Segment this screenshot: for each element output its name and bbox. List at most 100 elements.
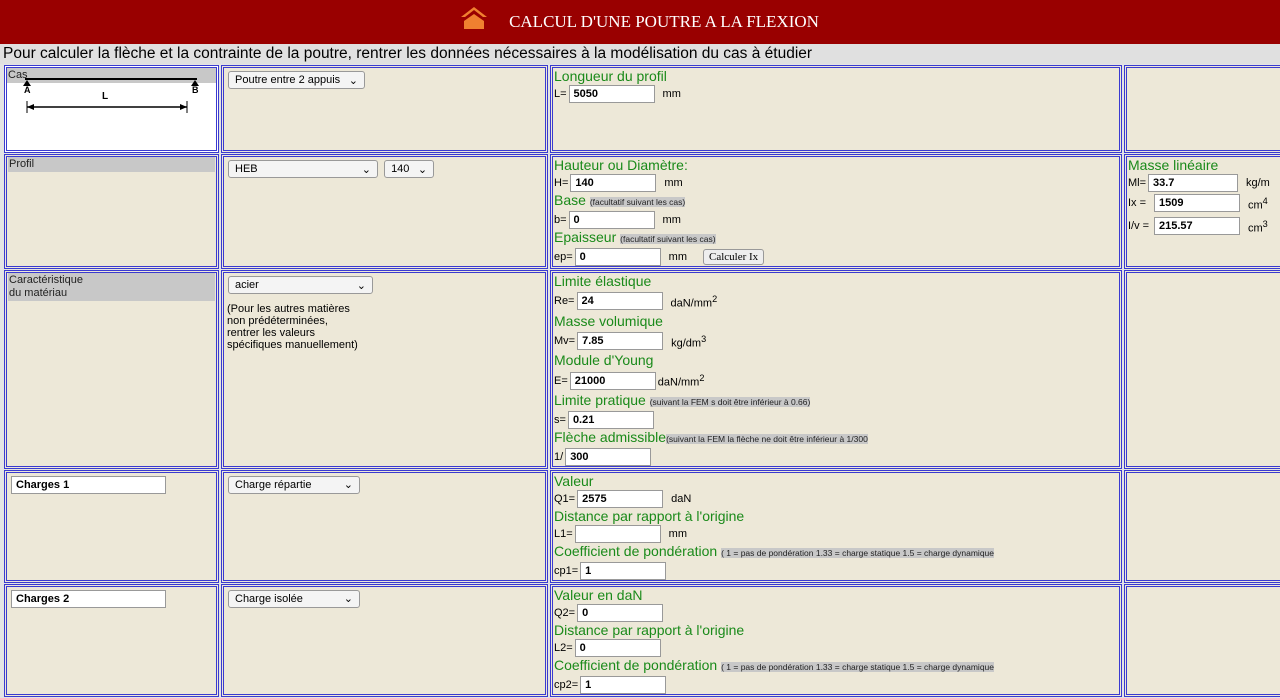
e-title: Module d'Young: [554, 352, 654, 369]
unit: mm: [662, 214, 681, 226]
materiau-select-cell: acier ⌄ (Pour les autres matières non préd…: [221, 270, 548, 469]
charges2-select-cell: Charge isolée ⌄: [221, 583, 548, 697]
unit: cm: [1248, 222, 1263, 235]
hauteur-title: Hauteur ou Diamètre:: [554, 157, 688, 173]
e-label: E=: [554, 374, 568, 387]
base-title: Base: [554, 192, 586, 208]
home-icon[interactable]: [461, 7, 488, 29]
mv-title: Masse volumique: [554, 312, 663, 329]
mv-input[interactable]: [577, 331, 664, 350]
profil-select-cell: HEB ⌄ 140 ⌄: [221, 154, 548, 269]
s-input[interactable]: [567, 410, 654, 429]
exponent: 4: [1262, 196, 1268, 206]
q1-label: Q1=: [554, 492, 576, 505]
s-title: Limite pratique: [554, 391, 646, 408]
b-label: b=: [554, 214, 567, 226]
epaisseur-input[interactable]: [574, 248, 661, 266]
profil-size-select[interactable]: 140 ⌄: [384, 160, 435, 178]
cp2-label: cp2=: [554, 678, 579, 691]
ml-label: Ml=: [1128, 177, 1147, 189]
s-note: (suivant la FEM s doit être inférieur à …: [649, 396, 811, 407]
profil-label: Profil: [8, 157, 215, 172]
chevron-down-icon: ⌄: [343, 593, 353, 606]
longueur-input[interactable]: [568, 85, 655, 103]
hauteur-input[interactable]: [570, 174, 657, 192]
materiau-cell: Caractéristique du matériau: [4, 270, 219, 469]
unit: mm: [662, 88, 681, 100]
q1-input[interactable]: [577, 489, 664, 508]
charges1-values-cell: Valeur Q1=daN Distance par rapport à l'o…: [550, 469, 1122, 583]
masse-cell: Masse linéaire Ml=kg/m Ix =cm4 I/v =cm3: [1124, 154, 1280, 269]
empty-cell: [1124, 65, 1280, 153]
cas-select-cell: Poutre entre 2 appuis ⌄: [221, 65, 548, 153]
longueur-title: Longueur du profil: [554, 68, 667, 84]
charges2-cell: [4, 583, 219, 697]
base-note: (facultatif suivant les cas): [589, 197, 686, 207]
charges1-name-input[interactable]: [11, 475, 166, 494]
ix-input[interactable]: [1154, 194, 1240, 213]
chevron-down-icon: ⌄: [417, 163, 428, 176]
charges1-cell: [4, 469, 219, 583]
cp2-input[interactable]: [580, 675, 667, 694]
dimensions-cell: Hauteur ou Diamètre: H= mm Base (facultat…: [550, 154, 1122, 269]
empty-cell: [1124, 270, 1280, 469]
empty-cell: [1124, 469, 1280, 583]
cp1-label: cp1=: [554, 564, 579, 577]
l-label: L=: [554, 88, 567, 100]
calculer-ix-button[interactable]: Calculer Ix: [703, 249, 765, 265]
l2-input[interactable]: [574, 638, 661, 657]
charges2-type-select[interactable]: Charge isolée ⌄: [228, 589, 360, 608]
q2-input[interactable]: [577, 603, 664, 622]
epaisseur-title: Epaisseur: [554, 229, 617, 245]
charges2-name-input[interactable]: [11, 589, 166, 608]
valeur-title: Valeur en daN: [554, 586, 643, 603]
mv-label: Mv=: [554, 334, 576, 347]
length-label: L: [102, 91, 108, 102]
re-label: Re=: [554, 295, 575, 308]
coef-note: ( 1 = pas de pondération 1.33 = charge s…: [721, 661, 994, 672]
ml-input[interactable]: [1148, 174, 1238, 192]
re-input[interactable]: [576, 292, 663, 311]
support-a-label: A: [24, 85, 31, 95]
profil-cell: Profil: [4, 154, 219, 269]
coef-title: Coefficient de pondération: [554, 656, 718, 673]
unit: mm: [668, 251, 687, 263]
q2-label: Q2=: [554, 606, 576, 619]
form-table: Cas A B L Poutre entre 2 appuis ⌄ Longueu…: [2, 64, 1280, 698]
fleche-input[interactable]: [565, 447, 652, 466]
charges1-type-select[interactable]: Charge répartie ⌄: [228, 475, 360, 494]
intro-text: Pour calculer la flèche et la contrainte…: [0, 44, 1280, 64]
chevron-down-icon: ⌄: [356, 279, 366, 292]
page-title: CALCUL D'UNE POUTRE A LA FLEXION: [509, 12, 819, 31]
chevron-down-icon: ⌄: [343, 479, 353, 492]
l2-label: L2=: [554, 641, 573, 654]
profil-type-select[interactable]: HEB ⌄: [228, 160, 378, 178]
chevron-down-icon: ⌄: [361, 163, 371, 176]
chevron-down-icon: ⌄: [348, 74, 358, 87]
support-b-label: B: [192, 85, 199, 95]
distance-title: Distance par rapport à l'origine: [554, 621, 745, 638]
ep-label: ep=: [554, 251, 573, 263]
re-title: Limite élastique: [554, 273, 652, 289]
unit: cm: [1248, 199, 1263, 212]
empty-cell: [1124, 583, 1280, 697]
e-input[interactable]: [569, 371, 656, 390]
base-input[interactable]: [568, 211, 655, 229]
materiau-label: Caractéristique du matériau: [8, 273, 215, 301]
cp1-input[interactable]: [580, 561, 667, 580]
iv-input[interactable]: [1154, 216, 1240, 235]
distance-title: Distance par rapport à l'origine: [554, 507, 745, 524]
exponent: 3: [1262, 218, 1268, 229]
charges2-values-cell: Valeur en daN Q2= Distance par rapport à…: [550, 583, 1122, 697]
cas-select[interactable]: Poutre entre 2 appuis ⌄: [228, 71, 365, 89]
longueur-cell: Longueur du profil L= mm: [550, 65, 1122, 153]
l1-input[interactable]: [574, 524, 661, 543]
s-label: s=: [554, 413, 566, 426]
materiau-select[interactable]: acier ⌄: [228, 276, 373, 294]
materiau-props-cell: Limite élastique Re=daN/mm2 Masse volumi…: [550, 270, 1122, 469]
charges1-select-cell: Charge répartie ⌄: [221, 469, 548, 583]
materiau-help: (Pour les autres matières non prédétermin…: [227, 303, 358, 351]
valeur-title: Valeur: [554, 472, 594, 489]
coef-title: Coefficient de pondération: [554, 542, 718, 559]
fleche-title: Flèche admissible: [554, 428, 667, 445]
